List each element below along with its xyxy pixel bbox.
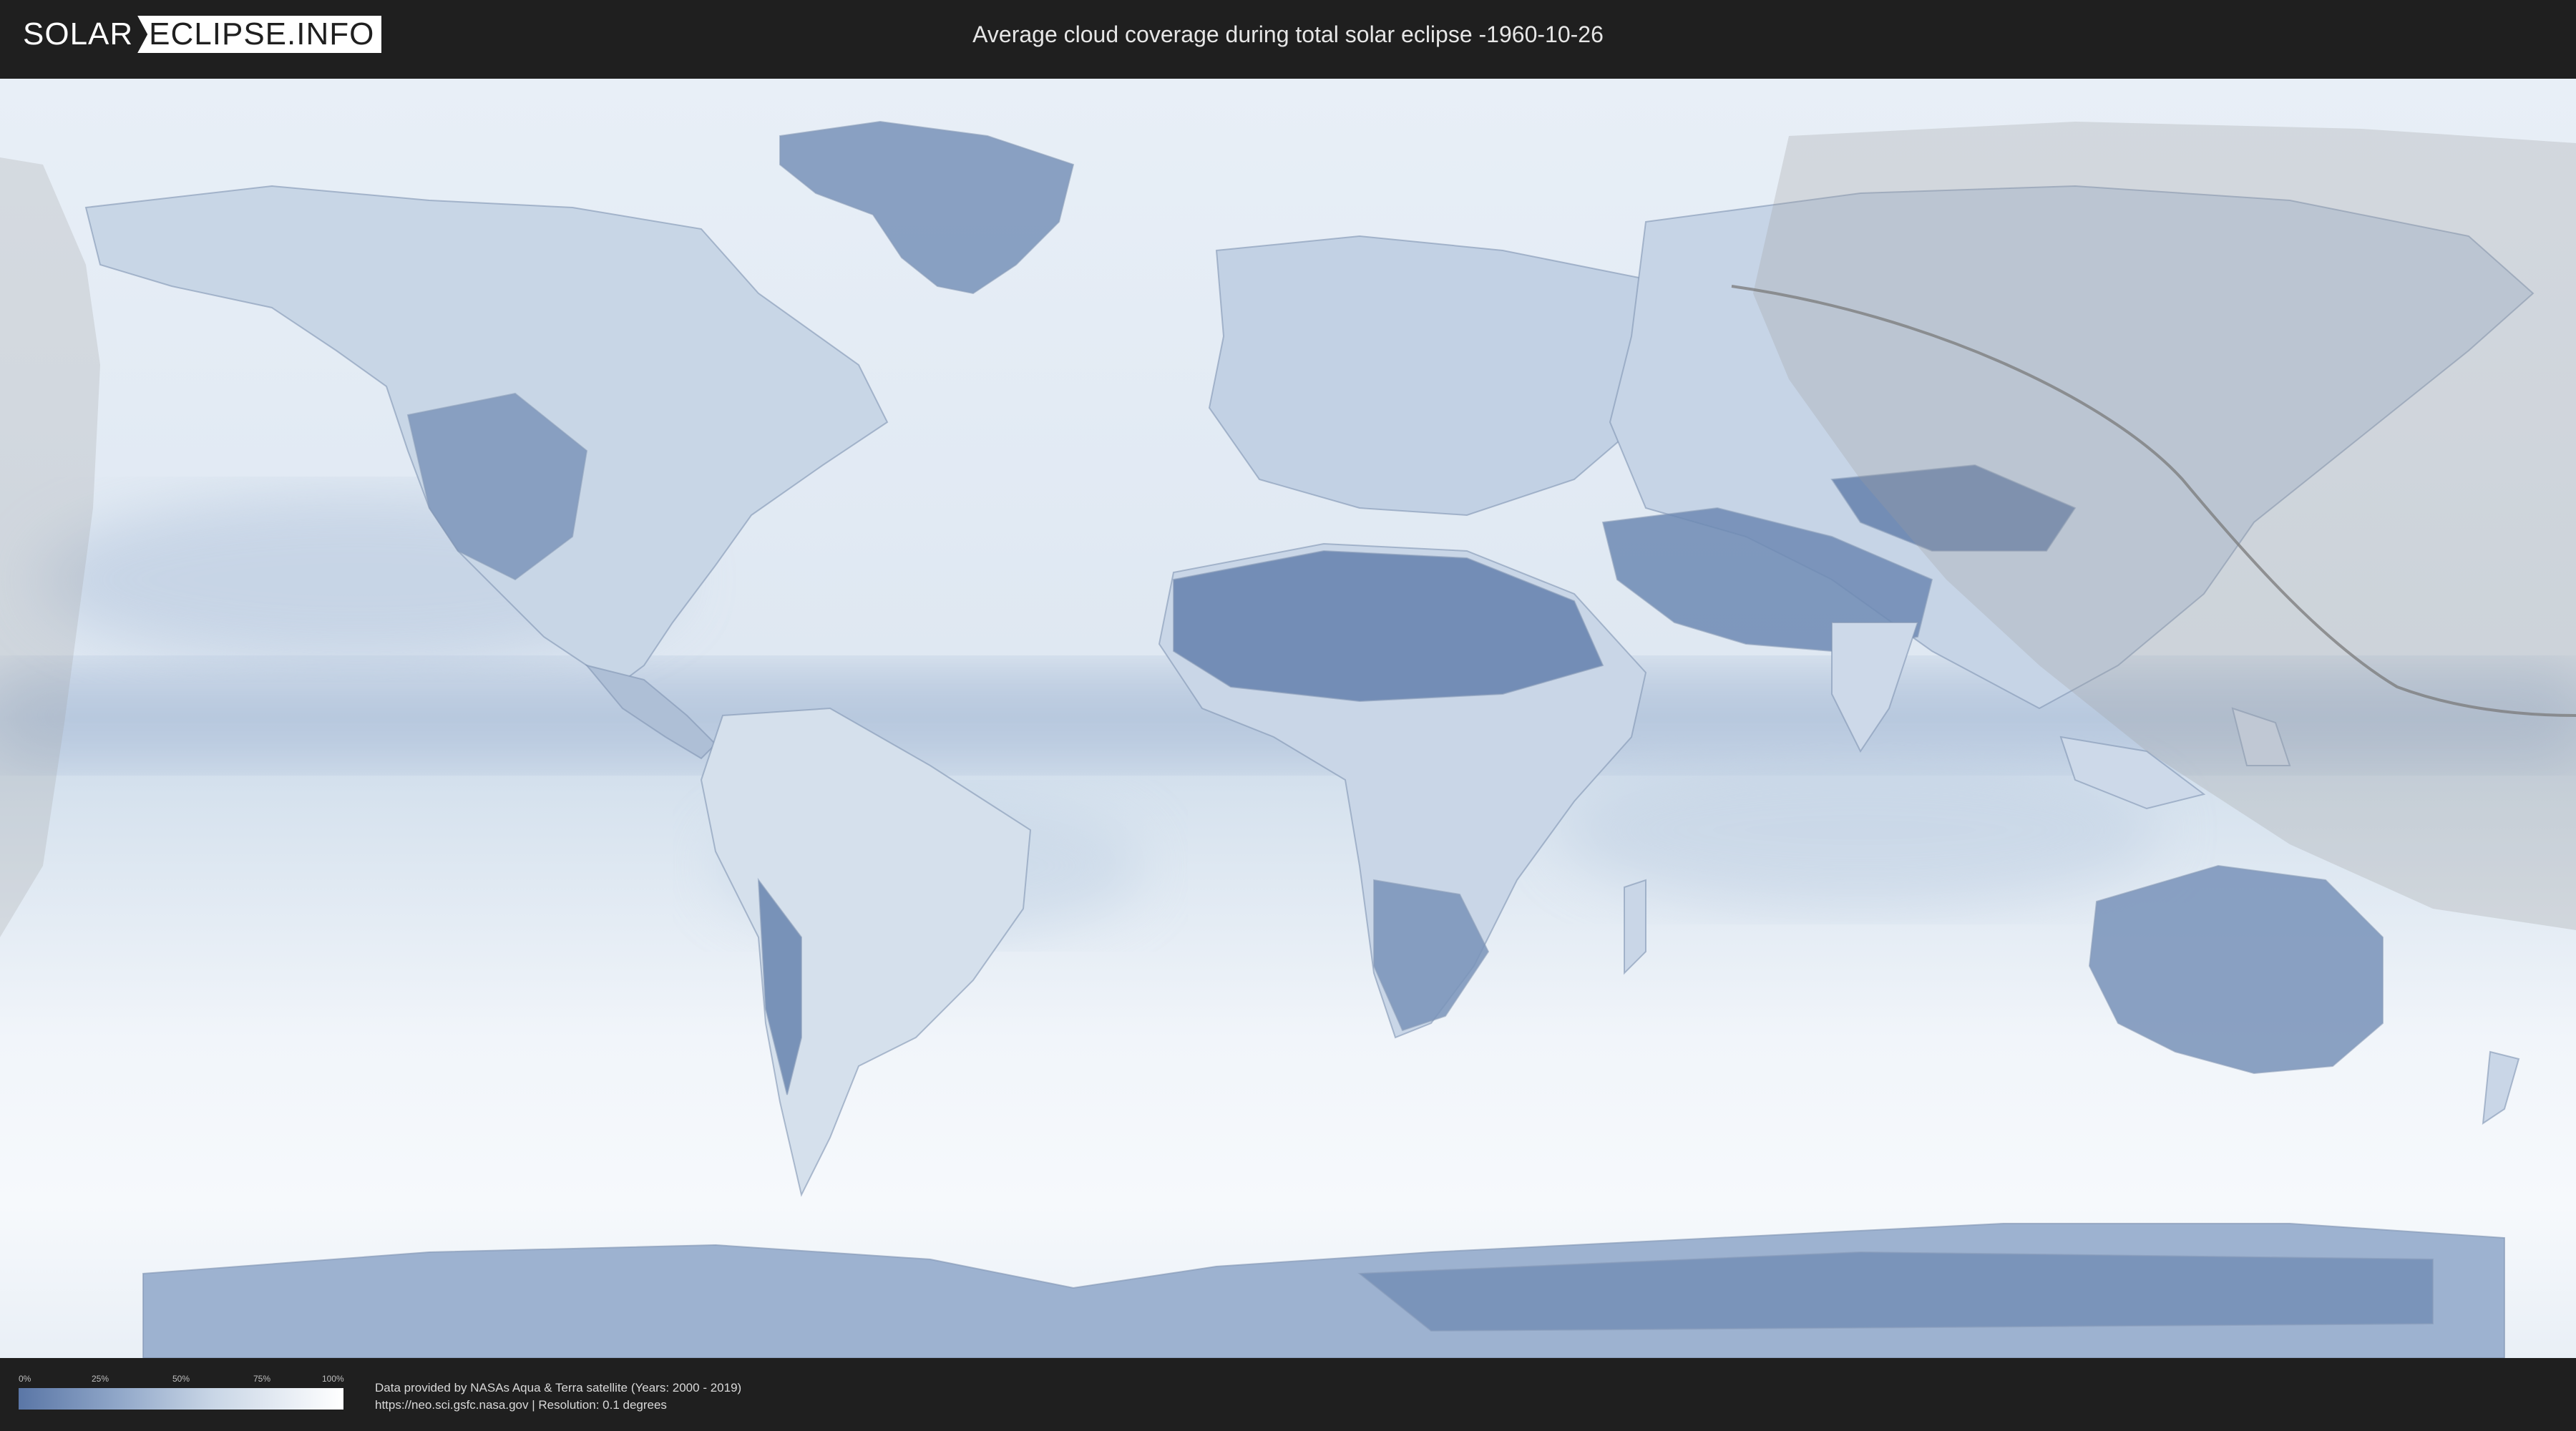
page: SOLAR ECLIPSE.INFO Average cloud coverag… (0, 0, 2576, 1431)
cloud-coverage-map[interactable] (0, 79, 2576, 1358)
legend-tick-100: 100% (322, 1374, 344, 1384)
credits-line-url[interactable]: https://neo.sci.gsfc.nasa.gov | Resoluti… (375, 1397, 741, 1414)
credits-line-source: Data provided by NASAs Aqua & Terra sate… (375, 1381, 742, 1395)
footer-bar: 0% 25% 50% 75% 100% Data provided by NAS… (0, 1358, 2576, 1431)
legend-tick-75: 75% (253, 1374, 271, 1384)
world-map-icon (0, 79, 2576, 1358)
legend-tick-0: 0% (19, 1374, 31, 1384)
page-title: Average cloud coverage during total sola… (972, 21, 1604, 47)
legend-tick-50: 50% (172, 1374, 190, 1384)
header-bar: SOLAR ECLIPSE.INFO Average cloud coverag… (0, 0, 2576, 72)
cloud-coverage-legend: 0% 25% 50% 75% 100% (19, 1374, 344, 1417)
legend-color-bar (19, 1388, 343, 1410)
data-credits: Data provided by NASAs Aqua & Terra sate… (375, 1379, 741, 1414)
legend-tick-25: 25% (92, 1374, 109, 1384)
